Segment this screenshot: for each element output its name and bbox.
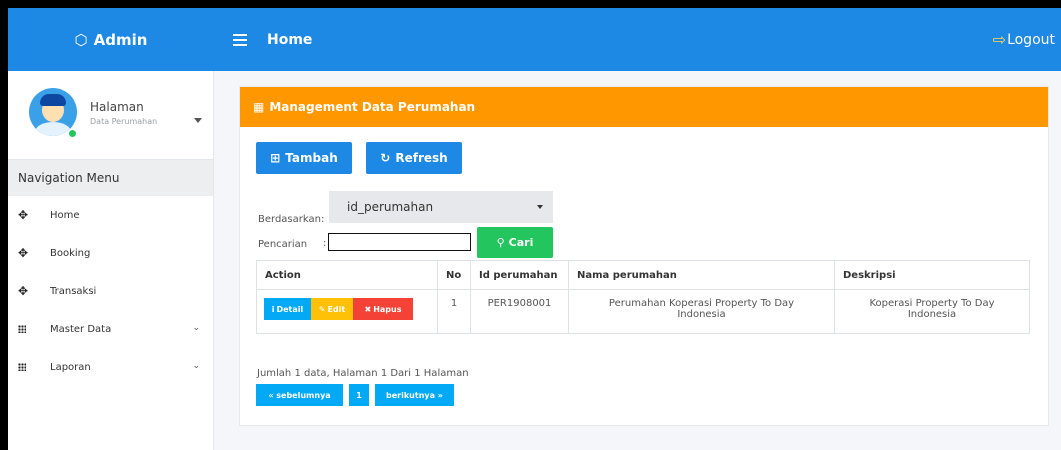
col-header-deskripsi: Deskripsi xyxy=(834,260,1030,290)
move-icon: ✥ xyxy=(18,208,29,222)
sidebar-item-label: Laporan xyxy=(50,361,91,373)
cari-label: Cari xyxy=(508,236,534,249)
refresh-label: Refresh xyxy=(395,151,448,165)
edit-button[interactable]: ✎ Edit xyxy=(311,298,353,320)
next-page-button[interactable]: berikutnya » xyxy=(375,384,454,406)
sidebar-item-label: Booking xyxy=(50,247,91,259)
sidebar-item-master-data[interactable]: Master Data ⌄ xyxy=(8,310,213,348)
user-subtitle: Data Perumahan xyxy=(90,117,158,126)
cube-icon: ⬡ xyxy=(74,30,88,49)
col-header-nama: Nama perumahan xyxy=(568,260,835,290)
prev-page-button[interactable]: « sebelumnya xyxy=(256,384,343,406)
detail-label: Detail xyxy=(276,304,304,314)
action-cell: i Detail ✎ Edit ✖ Hapus xyxy=(256,289,438,334)
user-panel[interactable]: Halaman Data Perumahan xyxy=(8,71,213,159)
table-row: i Detail ✎ Edit ✖ Hapus 1 PER1908001 Per… xyxy=(256,289,1030,334)
chevron-down-icon: ⌄ xyxy=(192,323,200,333)
detail-button[interactable]: i Detail xyxy=(264,298,311,320)
online-status-icon xyxy=(68,129,77,138)
pagination: « sebelumnya 1 berikutnya » xyxy=(256,384,460,406)
cell-deskripsi: Koperasi Property To Day Indonesia xyxy=(834,289,1030,334)
move-icon: ✥ xyxy=(18,284,29,298)
refresh-icon: ↻ xyxy=(380,151,391,165)
page-1-button[interactable]: 1 xyxy=(349,384,369,406)
search-input[interactable] xyxy=(328,233,471,251)
nav-section-title: Navigation Menu xyxy=(8,159,213,196)
sidebar-item-booking[interactable]: ✥ Booking xyxy=(8,234,213,272)
chevron-down-icon[interactable] xyxy=(194,118,202,123)
col-header-no: No xyxy=(437,260,471,290)
search-icon: ⚲ xyxy=(496,236,505,249)
col-header-id: Id perumahan xyxy=(470,260,569,290)
refresh-button[interactable]: ↻ Refresh xyxy=(366,142,462,174)
logout-link[interactable]: ⇨ Logout xyxy=(993,30,1055,49)
col-header-action: Action xyxy=(256,260,438,290)
search-label: Pencarian xyxy=(258,239,308,250)
brand[interactable]: ⬡ Admin xyxy=(8,8,214,71)
card-title: Management Data Perumahan xyxy=(269,100,476,114)
move-icon: ✥ xyxy=(18,246,29,260)
hapus-button[interactable]: ✖ Hapus xyxy=(353,298,413,320)
grid-icon xyxy=(18,322,50,336)
table-icon: ▦ xyxy=(253,100,265,114)
chevron-down-icon: ⌄ xyxy=(192,361,200,371)
hapus-label: Hapus xyxy=(373,304,402,314)
filter-label: Berdasarkan: xyxy=(258,214,325,225)
filter-select[interactable]: id_perumahan xyxy=(329,191,553,223)
page-title: Home xyxy=(267,31,313,48)
hamburger-menu-icon[interactable] xyxy=(233,31,247,49)
sidebar: Halaman Data Perumahan Navigation Menu ✥… xyxy=(8,71,214,450)
sidebar-item-label: Transaksi xyxy=(50,285,97,297)
info-icon: i xyxy=(271,304,275,314)
sidebar-item-transaksi[interactable]: ✥ Transaksi xyxy=(8,272,213,310)
sidebar-item-label: Home xyxy=(50,209,80,221)
logout-label: Logout xyxy=(1007,31,1055,48)
filter-select-value: id_perumahan xyxy=(347,200,434,214)
cari-button[interactable]: ⚲ Cari xyxy=(477,227,553,258)
management-card: ▦ Management Data Perumahan ⊞ Tambah ↻ R… xyxy=(239,86,1049,426)
sidebar-item-laporan[interactable]: Laporan ⌄ xyxy=(8,348,213,386)
grid-icon xyxy=(18,360,50,374)
card-header: ▦ Management Data Perumahan xyxy=(240,87,1048,127)
table-header-row: Action No Id perumahan Nama perumahan De… xyxy=(256,260,1030,290)
cell-nama: Perumahan Koperasi Property To Day Indon… xyxy=(568,289,835,334)
edit-icon: ✎ xyxy=(318,304,326,314)
logout-icon: ⇨ xyxy=(992,30,1007,49)
sidebar-item-home[interactable]: ✥ Home xyxy=(8,196,213,234)
sidebar-item-label: Master Data xyxy=(50,323,112,335)
data-table: Action No Id perumahan Nama perumahan De… xyxy=(256,260,1030,334)
app-window: ⬡ Admin Home ⇨ Logout Halaman Data Perum… xyxy=(8,8,1061,450)
delete-icon: ✖ xyxy=(364,304,372,314)
search-colon: : xyxy=(323,238,327,249)
cell-no: 1 xyxy=(437,289,471,334)
plus-icon: ⊞ xyxy=(270,151,281,165)
pagination-summary: Jumlah 1 data, Halaman 1 Dari 1 Halaman xyxy=(257,368,469,379)
tambah-button[interactable]: ⊞ Tambah xyxy=(256,142,352,174)
chevron-down-icon xyxy=(537,205,543,209)
edit-label: Edit xyxy=(327,304,346,314)
user-name: Halaman xyxy=(90,100,144,114)
cell-id: PER1908001 xyxy=(470,289,569,334)
top-navbar: Home ⇨ Logout xyxy=(214,8,1061,71)
tambah-label: Tambah xyxy=(285,151,338,165)
brand-title: Admin xyxy=(93,30,148,49)
